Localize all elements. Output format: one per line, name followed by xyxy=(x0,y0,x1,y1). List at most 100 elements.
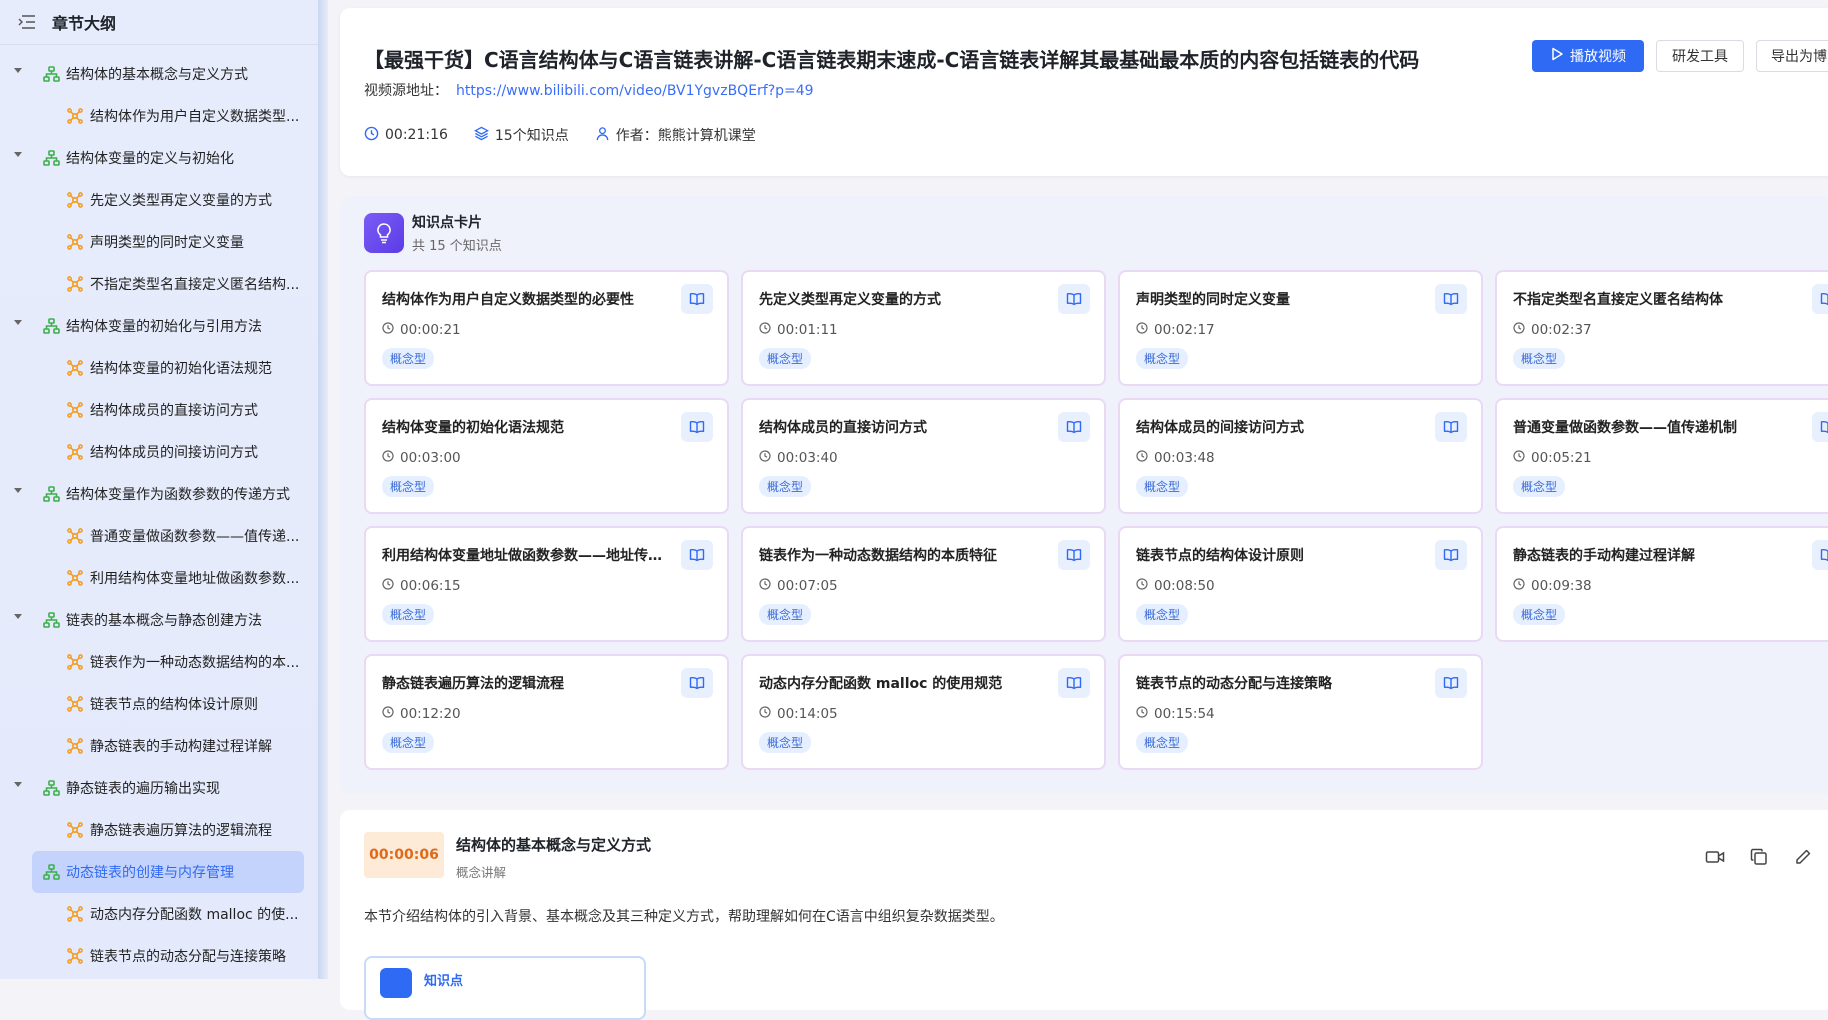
knowledge-card[interactable]: 不指定类型名直接定义匿名结构体 00:02:37 概念型 xyxy=(1495,270,1828,386)
video-camera-icon[interactable] xyxy=(1704,846,1726,868)
sidebar-resize-handle[interactable] xyxy=(318,0,328,979)
outline-subsection[interactable]: 静态链表的手动构建过程详解 xyxy=(0,725,318,767)
outline-chapter[interactable]: 链表的基本概念与静态创建方法 xyxy=(0,599,318,641)
card-time-text: 00:07:05 xyxy=(777,578,838,594)
outline-chapter[interactable]: 静态链表的遍历输出实现 xyxy=(0,767,318,809)
clock-icon xyxy=(364,126,379,145)
book-icon[interactable] xyxy=(681,540,713,570)
card-type-tag: 概念型 xyxy=(1513,604,1566,625)
outline-node-label: 利用结构体变量地址做函数参数... xyxy=(90,571,300,587)
outline-chapter[interactable]: 动态链表的创建与内存管理 xyxy=(32,851,304,893)
sidebar: 章节大纲 结构体的基本概念与定义方式 结构体作为用户自定义数据类型... 结构体变量… xyxy=(0,0,318,979)
outline-node-label: 静态链表遍历算法的逻辑流程 xyxy=(90,823,272,839)
knowledge-card[interactable]: 普通变量做函数参数——值传递机制 00:05:21 概念型 xyxy=(1495,398,1828,514)
book-icon[interactable] xyxy=(1812,412,1828,442)
outline-subsection[interactable]: 动态内存分配函数 malloc 的使... xyxy=(0,893,318,935)
chevron-down-icon[interactable] xyxy=(13,612,23,622)
book-icon[interactable] xyxy=(1058,668,1090,698)
book-icon[interactable] xyxy=(1812,284,1828,314)
book-icon[interactable] xyxy=(1435,668,1467,698)
outline-subsection[interactable]: 结构体成员的直接访问方式 xyxy=(0,389,318,431)
knowledge-card[interactable]: 结构体成员的直接访问方式 00:03:40 概念型 xyxy=(741,398,1106,514)
section-knowledge-box[interactable]: 知识点 xyxy=(364,956,646,1020)
outline-subsection[interactable]: 静态链表遍历算法的逻辑流程 xyxy=(0,809,318,851)
meta-duration: 00:21:16 xyxy=(364,125,448,145)
card-title: 静态链表遍历算法的逻辑流程 xyxy=(382,676,564,692)
chevron-down-icon[interactable] xyxy=(13,318,23,328)
layers-icon xyxy=(473,126,489,145)
outline-node-label: 先定义类型再定义变量的方式 xyxy=(90,193,272,209)
knowledge-card[interactable]: 结构体成员的间接访问方式 00:03:48 概念型 xyxy=(1118,398,1483,514)
hub-icon xyxy=(66,905,84,923)
play-video-button[interactable]: 播放视频 xyxy=(1532,40,1644,72)
knowledge-card[interactable]: 静态链表遍历算法的逻辑流程 00:12:20 概念型 xyxy=(364,654,729,770)
book-icon[interactable] xyxy=(681,668,713,698)
outline-subsection[interactable]: 结构体作为用户自定义数据类型... xyxy=(0,95,318,137)
knowledge-card[interactable]: 链表节点的结构体设计原则 00:08:50 概念型 xyxy=(1118,526,1483,642)
dev-tools-button[interactable]: 研发工具 xyxy=(1656,40,1744,72)
copy-icon[interactable] xyxy=(1748,846,1770,868)
outline-chapter[interactable]: 结构体的基本概念与定义方式 xyxy=(0,53,318,95)
chevron-down-icon[interactable] xyxy=(13,780,23,790)
book-icon[interactable] xyxy=(1435,540,1467,570)
book-icon[interactable] xyxy=(1435,412,1467,442)
play-icon xyxy=(1550,47,1564,65)
outline-subsection[interactable]: 普通变量做函数参数——值传递... xyxy=(0,515,318,557)
knowledge-card[interactable]: 结构体变量的初始化语法规范 00:03:00 概念型 xyxy=(364,398,729,514)
outline-subsection[interactable]: 先定义类型再定义变量的方式 xyxy=(0,179,318,221)
menu-fold-icon[interactable] xyxy=(16,11,38,33)
outline-node-label: 动态内存分配函数 malloc 的使... xyxy=(90,907,299,923)
outline-subsection[interactable]: 利用结构体变量地址做函数参数... xyxy=(0,557,318,599)
knowledge-panel-header: 知识点卡片 共 15 个知识点 xyxy=(364,212,502,254)
knowledge-panel-count: 共 15 个知识点 xyxy=(412,239,502,254)
knowledge-card[interactable]: 链表节点的动态分配与连接策略 00:15:54 概念型 xyxy=(1118,654,1483,770)
book-icon[interactable] xyxy=(1435,284,1467,314)
knowledge-card[interactable]: 利用结构体变量地址做函数参数——地址传... 00:06:15 概念型 xyxy=(364,526,729,642)
book-icon[interactable] xyxy=(1058,412,1090,442)
card-time: 00:12:20 xyxy=(382,706,711,722)
outline-chapter[interactable]: 结构体变量的初始化与引用方法 xyxy=(0,305,318,347)
outline-subsection[interactable]: 声明类型的同时定义变量 xyxy=(0,221,318,263)
chevron-down-icon[interactable] xyxy=(13,66,23,76)
knowledge-card[interactable]: 声明类型的同时定义变量 00:02:17 概念型 xyxy=(1118,270,1483,386)
card-type-tag: 概念型 xyxy=(759,604,812,625)
source-link[interactable]: https://www.bilibili.com/video/BV1YgvzBQ… xyxy=(456,83,814,99)
outline-subsection[interactable]: 链表节点的动态分配与连接策略 xyxy=(0,935,318,977)
outline-subsection[interactable]: 链表作为一种动态数据结构的本... xyxy=(0,641,318,683)
outline-node-label: 静态链表的遍历输出实现 xyxy=(66,781,220,797)
export-blog-button[interactable]: 导出为博 xyxy=(1756,40,1828,72)
outline-subsection[interactable]: 结构体变量的初始化语法规范 xyxy=(0,347,318,389)
book-icon[interactable] xyxy=(1058,284,1090,314)
knowledge-card[interactable]: 动态内存分配函数 malloc 的使用规范 00:14:05 概念型 xyxy=(741,654,1106,770)
book-icon[interactable] xyxy=(1812,540,1828,570)
card-title: 先定义类型再定义变量的方式 xyxy=(759,292,941,308)
card-time: 00:07:05 xyxy=(759,578,1088,594)
card-time: 00:05:21 xyxy=(1513,450,1828,466)
main-content: 【最强干货】C语言结构体与C语言链表讲解-C语言链表期末速成-C语言链表详解其最… xyxy=(340,0,1828,1020)
chevron-down-icon[interactable] xyxy=(13,486,23,496)
card-time-text: 00:14:05 xyxy=(777,706,838,722)
section-time-badge[interactable]: 00:00:06 xyxy=(364,832,444,878)
pencil-icon[interactable] xyxy=(1792,846,1814,868)
chevron-down-icon[interactable] xyxy=(13,150,23,160)
book-icon[interactable] xyxy=(681,284,713,314)
book-icon[interactable] xyxy=(681,412,713,442)
outline-subsection[interactable]: 不指定类型名直接定义匿名结构... xyxy=(0,263,318,305)
card-title: 静态链表的手动构建过程详解 xyxy=(1513,548,1695,564)
knowledge-card[interactable]: 先定义类型再定义变量的方式 00:01:11 概念型 xyxy=(741,270,1106,386)
card-time: 00:03:48 xyxy=(1136,450,1465,466)
card-time-text: 00:08:50 xyxy=(1154,578,1215,594)
book-icon[interactable] xyxy=(1058,540,1090,570)
outline-subsection[interactable]: 结构体成员的间接访问方式 xyxy=(0,431,318,473)
card-type-tag: 概念型 xyxy=(1136,732,1189,753)
outline-chapter[interactable]: 结构体变量的定义与初始化 xyxy=(0,137,318,179)
clock-icon xyxy=(1513,322,1525,338)
outline-subsection[interactable]: 链表节点的结构体设计原则 xyxy=(0,683,318,725)
clock-icon xyxy=(382,450,394,466)
knowledge-card[interactable]: 结构体作为用户自定义数据类型的必要性 00:00:21 概念型 xyxy=(364,270,729,386)
clock-icon xyxy=(382,706,394,722)
outline-chapter[interactable]: 结构体变量作为函数参数的传递方式 xyxy=(0,473,318,515)
knowledge-card[interactable]: 静态链表的手动构建过程详解 00:09:38 概念型 xyxy=(1495,526,1828,642)
outline-node-label: 普通变量做函数参数——值传递... xyxy=(90,529,300,545)
knowledge-card[interactable]: 链表作为一种动态数据结构的本质特征 00:07:05 概念型 xyxy=(741,526,1106,642)
